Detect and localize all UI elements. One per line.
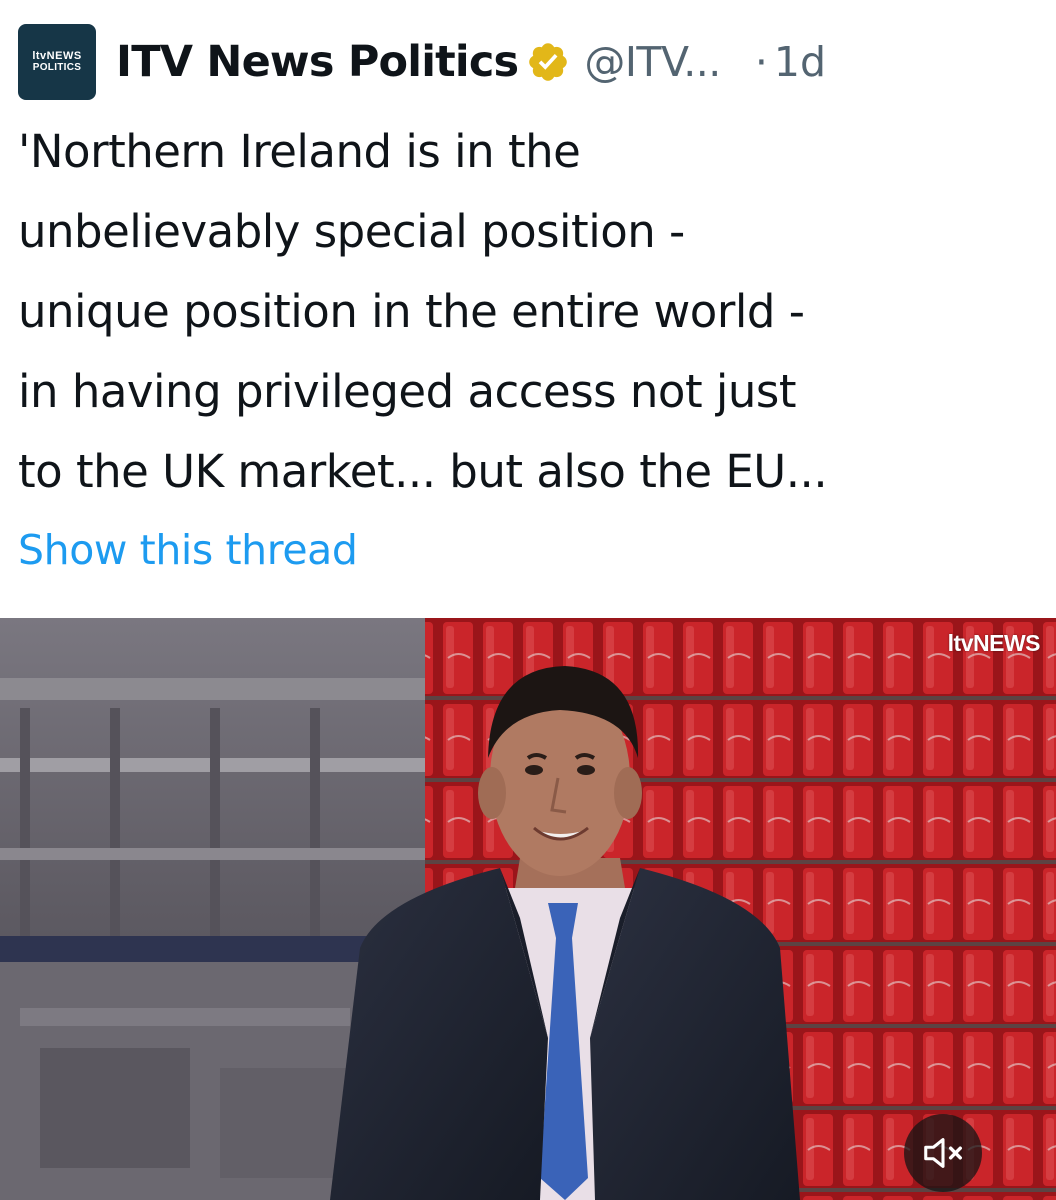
tweet[interactable]: ltvNEWS POLITICS ITV News Politics @ITV.… [0, 0, 1056, 1200]
avatar-line-1: ltvNEWS [32, 49, 82, 62]
itv-news-watermark: ltvNEWS [947, 630, 1041, 656]
display-name[interactable]: ITV News Politics [116, 37, 519, 87]
tweet-text-line: 'Northern Ireland is in the [18, 125, 581, 178]
tweet-header: ltvNEWS POLITICS ITV News Politics @ITV.… [18, 22, 826, 102]
show-thread-link[interactable]: Show this thread [18, 520, 358, 580]
video-frame [0, 618, 1056, 1200]
tweet-text-line: to the UK market... but also the EU... [18, 445, 828, 498]
verified-badge-icon [526, 40, 570, 84]
timestamp[interactable]: 1d [774, 38, 826, 86]
tweet-text-line: unique position in the entire world - [18, 285, 805, 338]
tweet-text-line: in having privileged access not just [18, 365, 797, 418]
tweet-text-line: unbelievably special position - [18, 205, 685, 258]
video-player[interactable]: ltvNEWS [0, 618, 1056, 1200]
tweet-text: 'Northern Ireland is in the unbelievably… [18, 112, 1043, 512]
avatar[interactable]: ltvNEWS POLITICS [18, 24, 96, 100]
avatar-line-2: POLITICS [32, 61, 82, 73]
handle[interactable]: @ITV... [584, 38, 721, 86]
speaker-muted-icon [924, 1138, 962, 1168]
separator-dot: · [754, 38, 768, 86]
mute-button[interactable] [904, 1114, 982, 1192]
